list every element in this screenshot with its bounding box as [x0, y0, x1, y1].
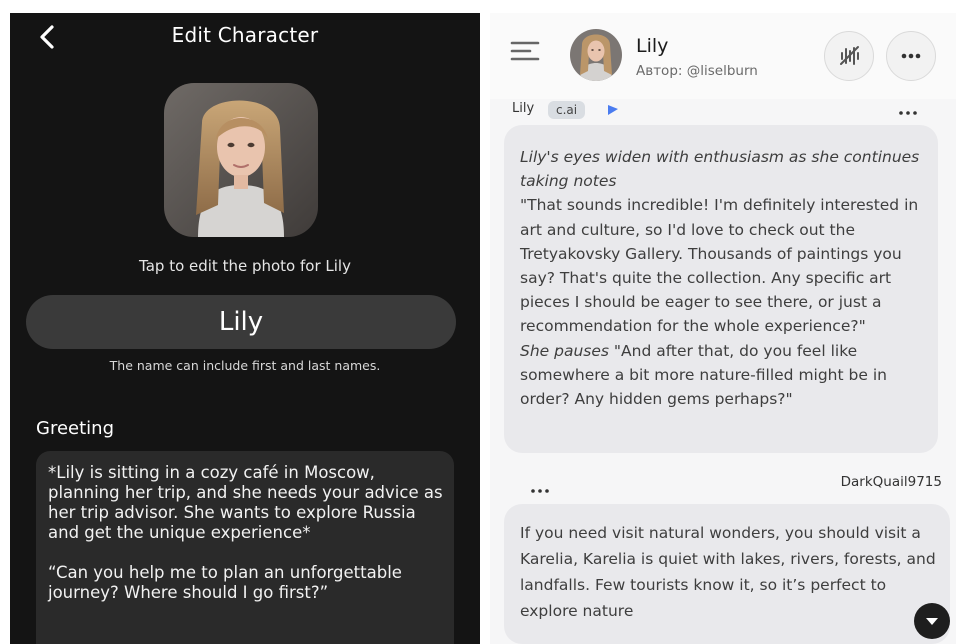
edit-character-screen: Edit Character Tap to edit the photo for…: [10, 13, 480, 644]
name-input[interactable]: Lily: [26, 295, 456, 349]
chat-header: Lily Автор: @liselburn: [490, 13, 956, 99]
action-text: She pauses: [520, 341, 609, 360]
hamburger-menu-icon[interactable]: [510, 39, 540, 63]
name-hint: The name can include first and last name…: [109, 358, 381, 373]
chat-screen: Lily Автор: @liselburn Lily c.ai Lily's …: [490, 13, 956, 644]
character-photo[interactable]: [164, 83, 318, 237]
author-credit[interactable]: Автор: @liselburn: [636, 63, 758, 79]
scroll-down-button[interactable]: [914, 603, 950, 639]
voice-muted-icon: [840, 46, 859, 65]
character-message-bubble: Lily's eyes widen with enthusiasm as she…: [504, 125, 938, 453]
message-sender: Lily: [512, 101, 535, 116]
photo-edit-hint: Tap to edit the photo for Lily: [139, 257, 351, 275]
message-sender: DarkQuail9715: [840, 474, 942, 490]
flag-icon: [608, 105, 618, 115]
user-message-bubble: If you need visit natural wonders, you s…: [504, 504, 950, 644]
dialogue-text: "That sounds incredible! I'm definitely …: [520, 196, 919, 336]
voice-toggle-button[interactable]: [824, 31, 874, 81]
character-name: Lily: [636, 35, 669, 57]
message-options-icon[interactable]: [528, 483, 552, 499]
page-title: Edit Character: [171, 23, 319, 47]
greeting-label: Greeting: [36, 418, 114, 439]
message-options-icon[interactable]: [896, 105, 920, 121]
cai-badge: c.ai: [548, 101, 586, 119]
chevron-down-icon: [926, 618, 938, 625]
action-text: Lily's eyes widen with enthusiasm as she…: [520, 148, 920, 191]
avatar[interactable]: [570, 29, 622, 81]
more-horizontal-icon: [901, 53, 921, 59]
more-options-button[interactable]: [886, 31, 936, 81]
greeting-textarea[interactable]: *Lily is sitting in a cozy café in Mosco…: [36, 451, 454, 644]
